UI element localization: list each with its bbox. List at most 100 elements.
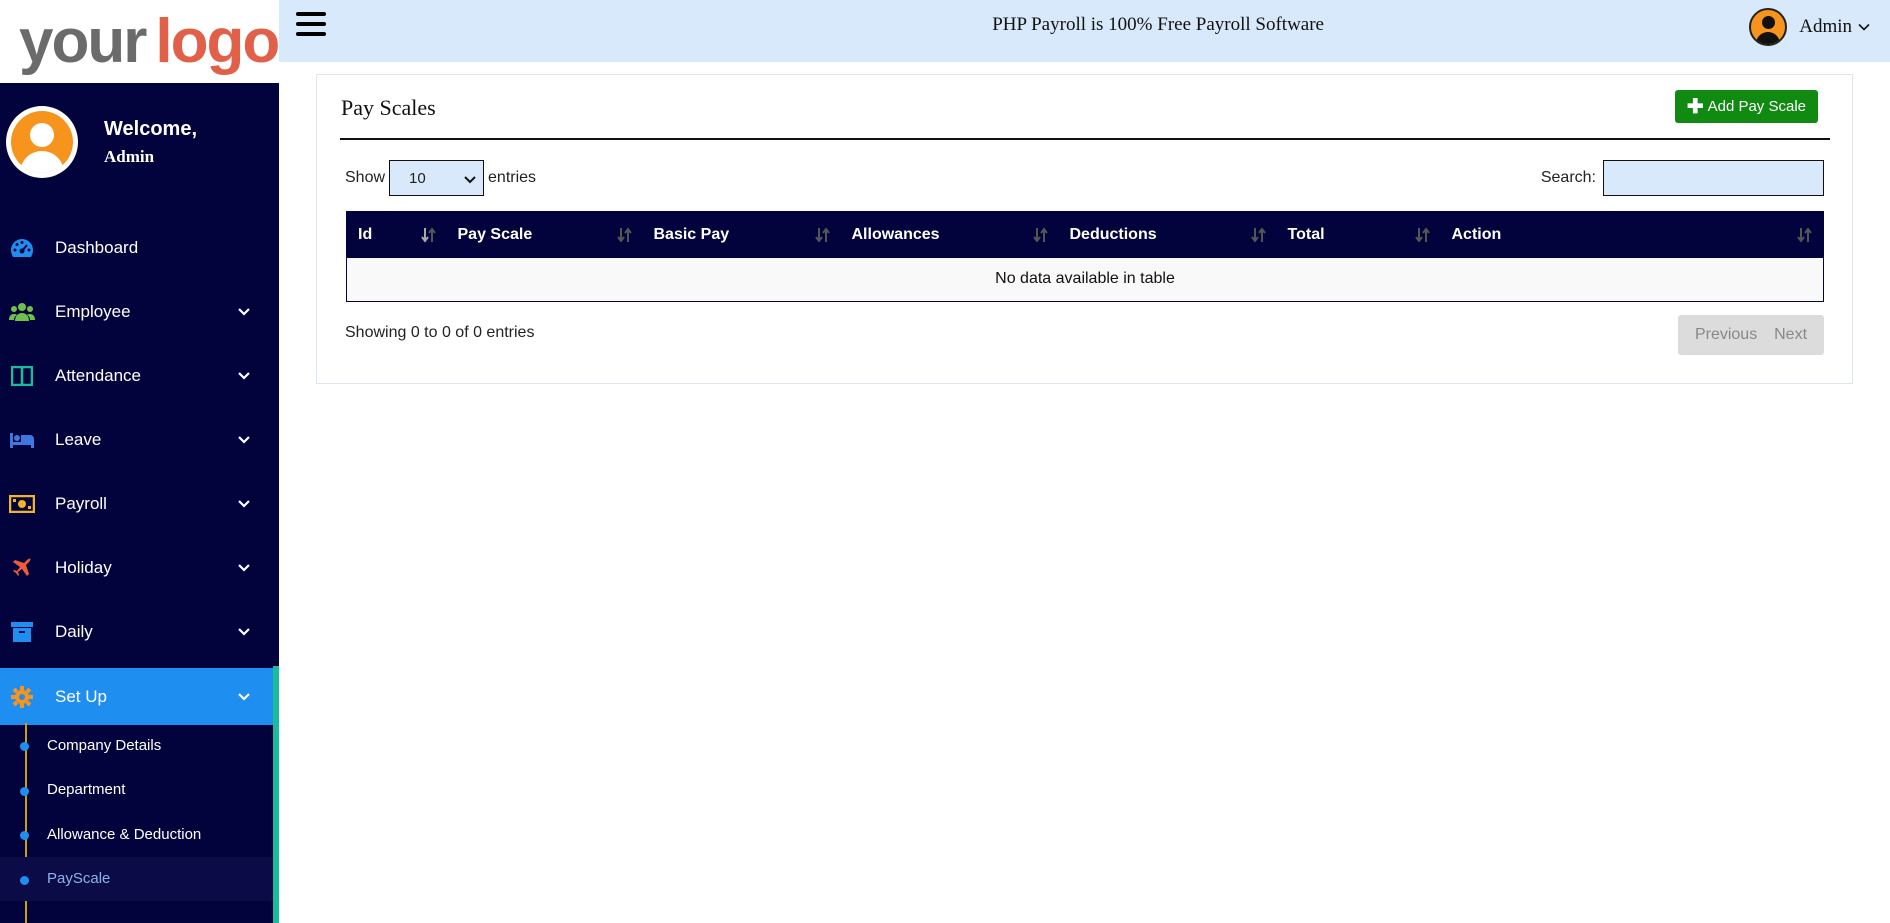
sidebar-item-label: Attendance [55,366,142,385]
add-pay-scale-button[interactable]: ✚ Add Pay Scale [1674,90,1818,123]
sidebar-item-label: Set Up [55,686,107,706]
column-header-id[interactable]: Id [346,211,447,258]
sidebar-item-holiday[interactable]: Holiday [0,536,279,600]
cog-icon [9,684,35,710]
column-header-label: Action [1451,225,1502,243]
page-title: Pay Scales [341,95,436,120]
column-header-pay-scale[interactable]: Pay Scale [446,211,643,258]
hamburger-menu-icon[interactable] [296,12,326,37]
submenu-item-payscale[interactable]: PayScale [0,856,273,901]
sidebar-item-employee[interactable]: Employee [0,280,279,344]
columns-icon [9,363,35,389]
sort-icon [616,227,632,243]
entries-select[interactable]: 10 [389,160,485,196]
profile-name: Admin [104,146,155,166]
previous-page-button[interactable]: Previous [1695,326,1757,344]
empty-table-message: No data available in table [346,257,1824,302]
entries-label: entries [488,169,537,186]
chevron-down-icon [238,692,250,701]
plus-icon: ✚ [1686,95,1704,118]
sidebar-item-label: Employee [55,302,131,321]
header-tagline: PHP Payroll is 100% Free Payroll Softwar… [992,14,1324,35]
bullet-dot-icon [20,875,29,885]
table-row: No data available in table [346,257,1824,302]
top-header: PHP Payroll is 100% Free Payroll Softwar… [279,0,1890,62]
submenu-item-department[interactable]: Department [0,768,273,813]
entries-length-control: Show 10 entries [345,160,536,196]
sidebar-profile: Welcome, Admin [0,84,279,200]
search-label: Search: [1540,169,1596,186]
logo-text-your: your [19,6,147,76]
pagination: Previous Next [1678,315,1824,355]
sidebar: your logo ® Welcome, Admin Dashboard Emp… [0,0,279,923]
logo-text-logo: logo [155,6,279,76]
logo[interactable]: your logo ® [0,0,279,84]
bullet-dot-icon [20,786,29,796]
sort-icon [1414,227,1430,243]
user-menu[interactable]: Admin [1749,8,1870,46]
search-input[interactable] [1603,160,1824,196]
column-header-allowances[interactable]: Allowances [840,211,1059,258]
sidebar-nav: Dashboard Employee Attendance Leave Payr… [0,216,279,725]
user-avatar-icon [11,111,73,173]
payscales-table: Id Pay Scale Basic Pay Allowances Deduct… [346,211,1824,302]
card-header: Pay Scales ✚ Add Pay Scale [340,75,1830,140]
column-header-label: Pay Scale [457,225,533,243]
welcome-text: Welcome, [104,117,197,140]
chevron-down-icon [1858,23,1870,31]
chevron-down-icon [238,372,250,380]
sidebar-item-label: Leave [55,430,102,449]
chevron-down-icon [238,436,250,444]
submenu-item-label: Department [47,781,126,799]
bullet-dot-icon [20,831,29,841]
column-header-deductions[interactable]: Deductions [1058,211,1277,258]
column-header-basic-pay[interactable]: Basic Pay [642,211,841,258]
archive-box-icon [9,619,35,645]
column-header-label: Total [1287,225,1325,243]
sidebar-item-dashboard[interactable]: Dashboard [0,216,279,280]
sidebar-item-attendance[interactable]: Attendance [0,344,279,408]
table-info: Showing 0 to 0 of 0 entries [345,324,535,341]
chevron-down-icon [464,176,476,184]
avatar [6,106,78,178]
sidebar-item-label: Dashboard [55,238,139,257]
submenu-item-label: Company Details [47,736,162,754]
column-header-label: Allowances [851,225,940,243]
users-icon [9,299,35,325]
chevron-down-icon [238,308,250,316]
add-pay-scale-label: Add Pay Scale [1707,98,1806,115]
show-label: Show [345,169,386,186]
column-header-total[interactable]: Total [1276,211,1441,258]
chevron-down-icon [238,564,250,572]
sort-icon [814,227,830,243]
bullet-dot-icon [20,742,29,752]
table-search: Search: [1541,160,1824,196]
column-header-label: Basic Pay [653,225,730,243]
sidebar-item-label: Holiday [55,558,112,577]
payscales-card: Pay Scales ✚ Add Pay Scale Show 10 entri… [316,74,1853,384]
sidebar-item-payroll[interactable]: Payroll [0,472,279,536]
sidebar-item-leave[interactable]: Leave [0,408,279,472]
sidebar-item-daily[interactable]: Daily [0,600,279,664]
next-page-button[interactable]: Next [1774,326,1807,344]
submenu-item-label: PayScale [47,870,111,888]
sort-icon [1032,227,1048,243]
dashboard-gauge-icon [9,235,35,261]
column-header-label: Deductions [1069,225,1157,243]
sidebar-item-label: Daily [55,622,93,641]
plane-icon [9,555,35,581]
money-bill-icon [9,491,35,517]
sidebar-item-setup[interactable]: Set Up [0,668,273,725]
submenu-item-allowance-deduction[interactable]: Allowance & Deduction [0,812,273,857]
column-header-action[interactable]: Action [1440,211,1824,258]
chevron-down-icon [238,500,250,508]
entries-select-value: 10 [409,169,426,187]
bed-icon [9,427,35,453]
sort-ascending-icon [420,227,436,243]
sidebar-item-label: Payroll [55,494,107,513]
table-header-row: Id Pay Scale Basic Pay Allowances Deduct… [346,211,1824,258]
column-header-label: Id [358,225,373,243]
submenu-item-company-details[interactable]: Company Details [0,723,273,768]
chevron-down-icon [238,628,250,636]
sidebar-scrollbar[interactable] [273,666,279,923]
